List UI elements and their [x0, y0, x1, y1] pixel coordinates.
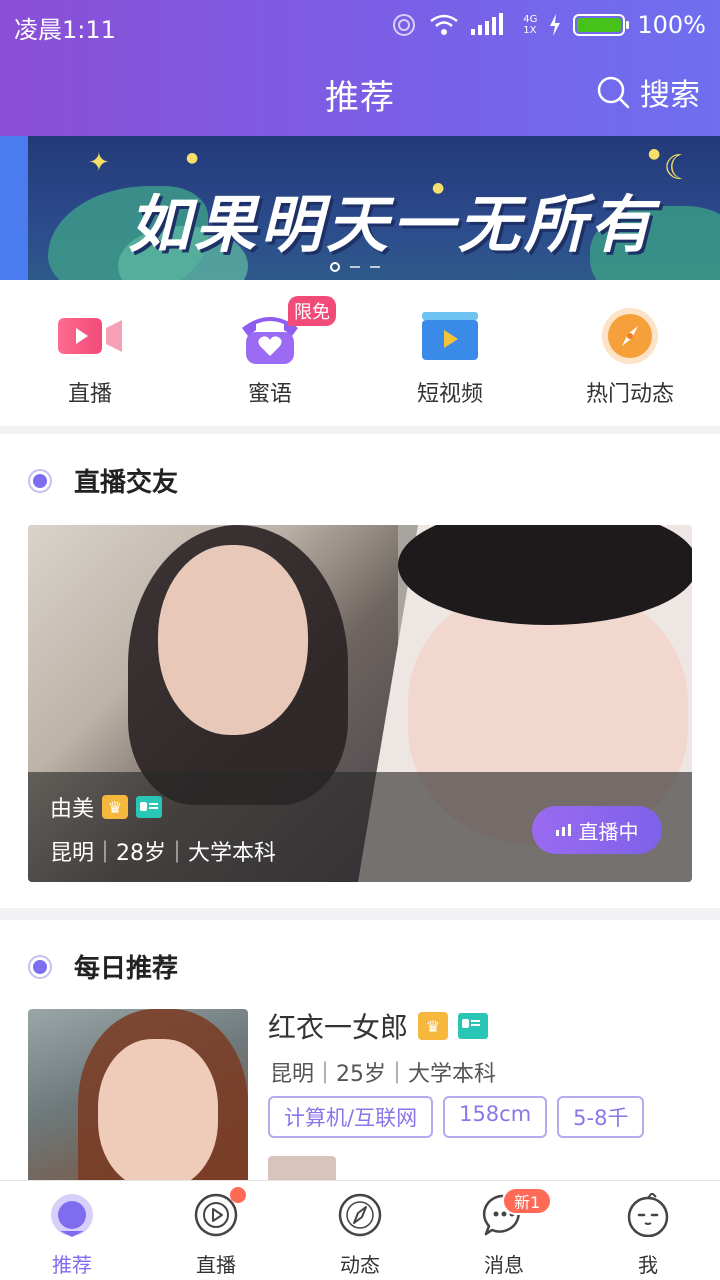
tag-height: 158cm: [443, 1096, 548, 1138]
wifi-icon: [430, 14, 459, 35]
quick-entry-short-video[interactable]: 短视频: [360, 280, 540, 426]
quick-entry-bar: 直播 限免 蜜语 短视频 热门动态: [0, 280, 720, 426]
banner-headline: 如果明天一无所有: [128, 188, 657, 261]
quick-entry-live[interactable]: 直播: [0, 280, 180, 426]
recommend-info: 昆明｜25岁｜大学本科: [270, 1062, 496, 1087]
recommend-tags: 计算机/互联网 158cm 5-8千: [268, 1096, 645, 1138]
vip-crown-icon: ♛: [102, 795, 129, 819]
live-status-button[interactable]: 直播中: [532, 806, 662, 854]
star-icon: ●: [648, 146, 661, 162]
tab-recommend[interactable]: 推荐: [0, 1181, 144, 1280]
carousel-dot-active: [330, 262, 340, 272]
tab-label: 我: [638, 1253, 658, 1277]
section-header: 每日推荐: [28, 948, 178, 985]
section-dot-icon: [28, 954, 52, 979]
new-message-badge: 新1: [502, 1187, 553, 1215]
banner-slide: ✦ ● ● ● ☾ 如果明天一无所有: [28, 136, 720, 280]
banner-prev-slide: [0, 136, 28, 280]
photo-face: [98, 1039, 218, 1189]
live-status-label: 直播中: [578, 819, 639, 844]
daily-recommend-section: 每日推荐 红衣一女郎 ♛ 昆明｜25岁｜大学本科 计算机/互联网 158cm 5…: [0, 920, 720, 1199]
live-card[interactable]: 由美 ♛ 昆明｜28岁｜大学本科 直播中: [28, 525, 692, 882]
status-bar: 凌晨1:11 4G 1X 100%: [0, 0, 720, 50]
free-badge: 限免: [288, 296, 336, 326]
vip-crown-icon: ♛: [418, 1012, 449, 1040]
streamer-name: 由美: [50, 797, 95, 822]
quick-entry-label: 直播: [67, 382, 112, 407]
search-label: 搜索: [640, 78, 700, 113]
tab-label: 直播: [196, 1253, 236, 1277]
section-header: 直播交友: [28, 462, 178, 499]
compass-icon: [338, 1193, 382, 1237]
bottom-tab-bar: 推荐 直播 动态 新1 消息 我: [0, 1180, 720, 1280]
quick-entry-label: 蜜语: [247, 382, 292, 407]
quick-entry-label: 短视频: [416, 382, 483, 407]
id-verified-icon: [458, 1013, 489, 1039]
section-title: 直播交友: [74, 468, 179, 498]
live-name-row: 由美 ♛: [50, 791, 163, 823]
quick-entry-whisper[interactable]: 限免 蜜语: [180, 280, 360, 426]
section-title: 每日推荐: [74, 954, 179, 984]
recommend-photo[interactable]: [28, 1009, 248, 1199]
tag-industry: 计算机/互联网: [268, 1096, 434, 1138]
live-friends-section: 直播交友 由美 ♛ 昆明｜28岁｜大学本科 直播中: [0, 434, 720, 908]
tab-moments[interactable]: 动态: [288, 1181, 432, 1280]
compass-icon: [602, 308, 658, 364]
top-header: 凌晨1:11 4G 1X 100% 推荐 搜索: [0, 0, 720, 136]
tab-label: 动态: [340, 1253, 380, 1277]
id-verified-icon: [136, 796, 163, 818]
notification-dot: [230, 1187, 246, 1203]
tab-messages[interactable]: 新1 消息: [432, 1181, 576, 1280]
video-camera-icon: [58, 318, 122, 354]
tab-me[interactable]: 我: [576, 1181, 720, 1280]
short-video-icon: [422, 312, 478, 360]
status-time: 凌晨1:11: [14, 16, 116, 44]
photo-face: [158, 545, 308, 735]
recommend-icon: [51, 1194, 93, 1237]
streamer-info: 昆明｜28岁｜大学本科: [50, 841, 276, 866]
banner-carousel[interactable]: ✦ ● ● ● ☾ 如果明天一无所有: [0, 136, 720, 280]
tag-income: 5-8千: [557, 1096, 645, 1138]
tab-label: 消息: [484, 1253, 524, 1277]
search-button[interactable]: 搜索: [596, 70, 700, 114]
recommend-name-row: 红衣一女郎 ♛: [268, 1006, 489, 1046]
battery-icon: [573, 14, 630, 36]
star-icon: ✦: [88, 148, 110, 178]
recommend-name[interactable]: 红衣一女郎: [268, 1006, 408, 1046]
carousel-dot: [350, 266, 360, 268]
charging-icon: [550, 14, 561, 36]
search-icon: [597, 76, 630, 109]
live-bars-icon: [555, 824, 571, 836]
tab-live[interactable]: 直播: [144, 1181, 288, 1280]
carousel-dot: [370, 266, 380, 268]
quick-entry-label: 热门动态: [585, 382, 674, 407]
quick-entry-hot-posts[interactable]: 热门动态: [540, 280, 720, 426]
battery-percent: 100%: [637, 11, 706, 39]
profile-face-icon: [627, 1193, 669, 1237]
star-icon: ●: [186, 150, 199, 166]
hotspot-icon: [393, 14, 416, 36]
signal-icon: [471, 13, 504, 35]
moon-icon: ☾: [663, 148, 694, 188]
tab-label: 推荐: [52, 1253, 92, 1277]
section-dot-icon: [28, 468, 52, 493]
network-type: 4G 1X: [523, 14, 538, 36]
status-icons: 4G 1X 100%: [391, 8, 706, 42]
carousel-indicator: [330, 262, 380, 272]
